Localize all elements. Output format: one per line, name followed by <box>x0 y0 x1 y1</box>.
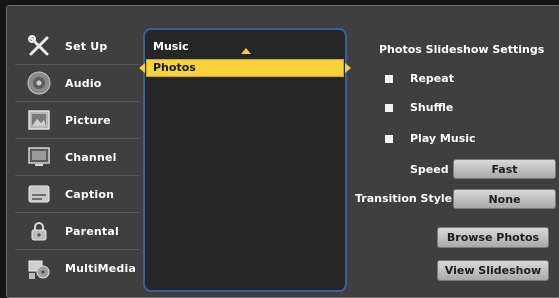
scroll-up-arrow-icon[interactable] <box>241 48 251 54</box>
play-music-checkbox[interactable] <box>385 134 393 143</box>
tv-icon <box>25 143 53 171</box>
speed-selector[interactable]: Fast <box>453 159 556 179</box>
tools-icon <box>25 32 53 60</box>
menu-item-picture[interactable]: Picture <box>15 102 139 139</box>
picture-icon <box>25 106 53 134</box>
settings-window: Set Up Audio Picture Channel Caption Par… <box>6 5 559 298</box>
multimedia-icon <box>25 255 53 283</box>
lock-icon <box>25 217 53 245</box>
right-arrow-icon[interactable] <box>345 63 351 73</box>
list-item-music[interactable]: Music <box>153 40 189 53</box>
media-type-list[interactable]: Music Photos <box>139 28 351 292</box>
transition-style-label: Transition Style <box>355 192 453 205</box>
caption-icon <box>25 180 53 208</box>
transition-style-selector[interactable]: None <box>453 189 556 209</box>
view-slideshow-button[interactable]: View Slideshow <box>437 260 549 281</box>
play-music-label: Play Music <box>410 132 476 145</box>
list-item-photos-label: Photos <box>153 61 196 74</box>
play-music-option[interactable]: Play Music <box>385 132 476 145</box>
speed-label: Speed <box>410 163 449 176</box>
left-arrow-icon[interactable] <box>139 63 145 73</box>
browse-photos-button[interactable]: Browse Photos <box>437 227 549 248</box>
menu-item-audio[interactable]: Audio <box>15 65 139 102</box>
repeat-label: Repeat <box>410 72 454 85</box>
menu-label-setup: Set Up <box>65 39 108 53</box>
shuffle-label: Shuffle <box>410 101 454 114</box>
menu-label-audio: Audio <box>65 76 102 90</box>
menu-item-channel[interactable]: Channel <box>15 139 139 176</box>
main-menu: Set Up Audio Picture Channel Caption Par… <box>15 28 139 287</box>
shuffle-checkbox[interactable] <box>385 103 393 112</box>
repeat-option[interactable]: Repeat <box>385 72 454 85</box>
menu-label-multimedia: MultiMedia <box>65 262 137 275</box>
repeat-checkbox[interactable] <box>385 74 393 83</box>
menu-item-caption[interactable]: Caption <box>15 176 139 213</box>
shuffle-option[interactable]: Shuffle <box>385 101 453 114</box>
menu-item-multimedia[interactable]: MultiMedia <box>15 250 139 287</box>
settings-title: Photos Slideshow Settings <box>379 43 545 56</box>
menu-label-caption: Caption <box>65 187 115 201</box>
list-item-photos[interactable]: Photos <box>139 59 351 77</box>
menu-label-picture: Picture <box>65 113 111 127</box>
menu-label-channel: Channel <box>65 150 117 164</box>
menu-item-parental[interactable]: Parental <box>15 213 139 250</box>
speaker-icon <box>25 69 53 97</box>
menu-label-parental: Parental <box>65 224 119 238</box>
menu-item-setup[interactable]: Set Up <box>15 28 139 65</box>
